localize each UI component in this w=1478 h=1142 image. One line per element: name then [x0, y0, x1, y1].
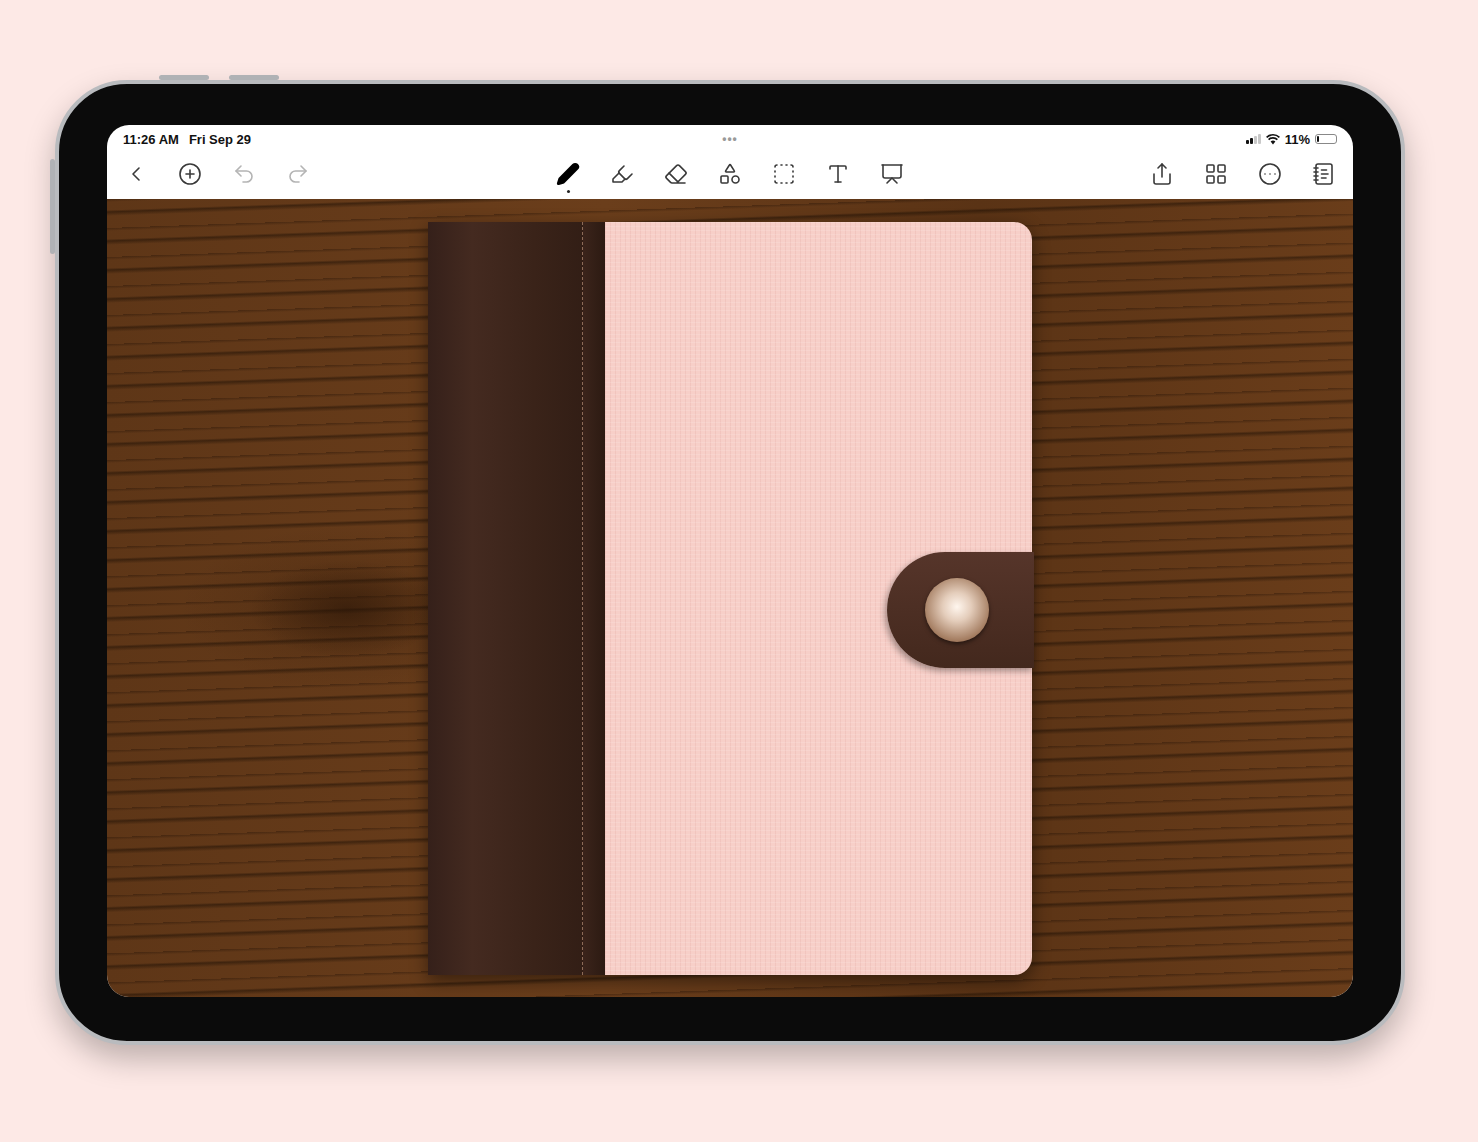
- redo-icon: [286, 162, 310, 186]
- toolbar-button[interactable]: [1145, 157, 1179, 191]
- toolbar-button[interactable]: [1199, 157, 1233, 191]
- lasso-icon: [772, 162, 796, 186]
- share-icon: [1150, 162, 1174, 186]
- toolbar-button[interactable]: [281, 157, 315, 191]
- linen-cover: [605, 222, 1032, 975]
- selected-dot: [567, 190, 570, 193]
- back-icon: [124, 162, 148, 186]
- pen-icon: [556, 162, 580, 186]
- outline-icon: [1312, 162, 1336, 186]
- leather-spine: [428, 222, 605, 975]
- multitasking-dots[interactable]: •••: [722, 132, 738, 146]
- status-time-date: 11:26 AM Fri Sep 29: [123, 132, 303, 147]
- shapes-icon: [718, 162, 742, 186]
- volume-button: [229, 75, 279, 80]
- tool-button[interactable]: [713, 157, 747, 191]
- toolbar-button[interactable]: [173, 157, 207, 191]
- snap-button: [925, 578, 989, 642]
- toolbar-button[interactable]: [1307, 157, 1341, 191]
- add-page-icon: [178, 162, 202, 186]
- tool-button[interactable]: [767, 157, 801, 191]
- eraser-icon: [664, 162, 688, 186]
- tool-button[interactable]: [659, 157, 693, 191]
- ipad-frame: 11:26 AM Fri Sep 29 ••• 11%: [55, 80, 1405, 1045]
- toolbar-button[interactable]: [1253, 157, 1287, 191]
- tool-button[interactable]: [821, 157, 855, 191]
- status-date: Fri Sep 29: [189, 132, 251, 147]
- undo-icon: [232, 162, 256, 186]
- power-button: [50, 159, 55, 254]
- thumbnails-icon: [1204, 162, 1228, 186]
- battery-icon: [1315, 134, 1337, 144]
- signal-icon: [1246, 134, 1261, 144]
- laser-pointer-icon: [880, 162, 904, 186]
- screen: 11:26 AM Fri Sep 29 ••• 11%: [107, 125, 1353, 997]
- toolbar-button[interactable]: [119, 157, 153, 191]
- wifi-icon: [1266, 134, 1280, 145]
- tool-picker: [551, 157, 909, 191]
- spine-stitching: [428, 222, 583, 975]
- tool-button[interactable]: [551, 157, 585, 191]
- more-icon: [1258, 162, 1282, 186]
- cover-strap: [887, 552, 1034, 668]
- tool-button[interactable]: [875, 157, 909, 191]
- volume-button: [159, 75, 209, 80]
- wood-background: [107, 199, 1353, 997]
- battery-percent: 11%: [1285, 132, 1310, 147]
- tool-button[interactable]: [605, 157, 639, 191]
- toolbar-left: [119, 157, 315, 191]
- status-time: 11:26 AM: [123, 132, 179, 147]
- highlighter-icon: [610, 162, 634, 186]
- toolbar: [107, 149, 1353, 199]
- page: 11:26 AM Fri Sep 29 ••• 11%: [0, 0, 1478, 1142]
- toolbar-right: [1145, 157, 1341, 191]
- notebook-cover[interactable]: [428, 222, 1032, 975]
- status-bar: 11:26 AM Fri Sep 29 ••• 11%: [107, 125, 1353, 149]
- toolbar-button[interactable]: [227, 157, 261, 191]
- status-indicators: 11%: [1157, 132, 1337, 147]
- text-icon: [826, 162, 850, 186]
